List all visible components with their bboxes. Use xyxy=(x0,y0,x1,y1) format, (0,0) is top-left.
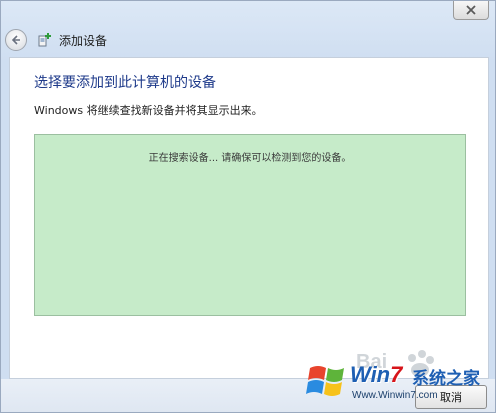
searching-message: 正在搜索设备... 请确保可以检测到您的设备。 xyxy=(148,153,352,164)
close-icon xyxy=(466,5,476,15)
watermark-title-prefix: Win xyxy=(350,362,391,387)
watermark-url: Www.Winwin7.com xyxy=(352,390,438,401)
content-panel: 选择要添加到此计算机的设备 Windows 将继续查找新设备并将其显示出来。 正… xyxy=(9,57,489,379)
add-device-icon xyxy=(38,33,51,47)
watermark-title: Win7 xyxy=(350,362,402,388)
device-list[interactable]: 正在搜索设备... 请确保可以检测到您的设备。 xyxy=(34,134,466,316)
watermark-title-seven: 7 xyxy=(390,362,403,387)
page-heading: 选择要添加到此计算机的设备 xyxy=(34,75,216,91)
watermark-cn-text: 系统之家 xyxy=(412,369,480,389)
title-bar: 添加设备 xyxy=(1,23,495,57)
back-arrow-icon xyxy=(11,35,20,45)
window-title: 添加设备 xyxy=(59,33,108,48)
back-button[interactable] xyxy=(5,29,27,51)
status-description: Windows 将继续查找新设备并将其显示出来。 xyxy=(34,104,263,117)
close-button[interactable] xyxy=(453,1,489,20)
windows-flag-icon xyxy=(306,366,344,396)
win7-watermark: Win7 系统之家 Www.Winwin7.com xyxy=(300,356,496,413)
